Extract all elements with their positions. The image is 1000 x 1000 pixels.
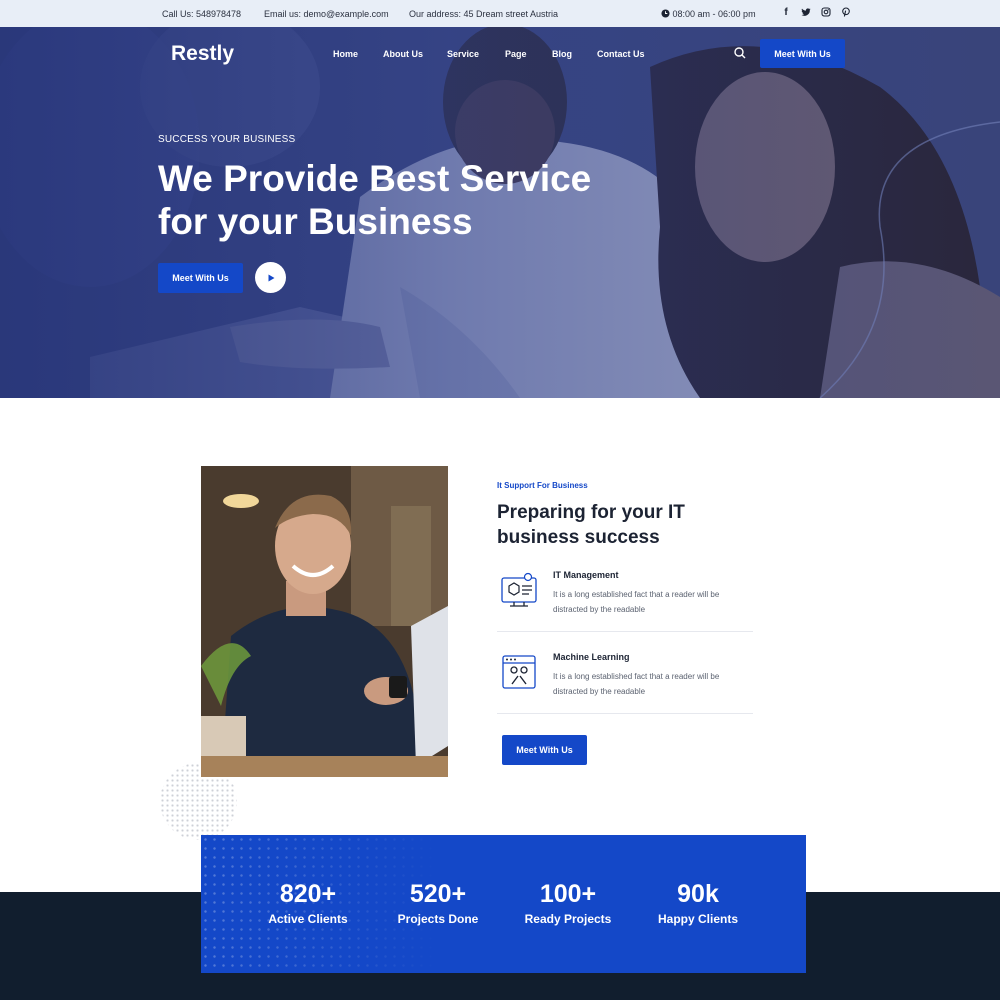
header-meet-button[interactable]: Meet With Us <box>760 39 845 68</box>
hero-eyebrow: SUCCESS YOUR BUSINESS <box>158 134 296 145</box>
divider <box>497 631 753 632</box>
stat-value: 90k <box>677 880 719 908</box>
twitter-icon[interactable] <box>801 7 811 21</box>
social-links: f <box>781 7 851 21</box>
stat-label: Happy Clients <box>657 912 738 926</box>
stats-panel: 820+ Active Clients 520+ Projects Done 1… <box>201 835 806 973</box>
divider <box>497 713 753 714</box>
hero-title-line-2: for your Business <box>158 201 473 242</box>
play-video-button[interactable] <box>255 262 286 293</box>
hero-meet-button[interactable]: Meet With Us <box>158 263 243 293</box>
nav-page[interactable]: Page <box>505 49 527 59</box>
about-photo <box>201 466 448 777</box>
play-icon <box>268 274 274 281</box>
stat-value: 520+ <box>409 880 467 908</box>
nav-blog[interactable]: Blog <box>552 49 572 59</box>
stat-label: Active Clients <box>268 912 348 926</box>
hero-section: Restly Home About Us Service Page Blog C… <box>0 27 1000 398</box>
address-text: Our address: 45 Dream street Austria <box>409 9 559 19</box>
feature-title: Machine Learning <box>553 652 630 662</box>
facebook-icon[interactable]: f <box>781 7 791 21</box>
stat-label: Ready Projects <box>524 912 612 926</box>
nav-about-us[interactable]: About Us <box>383 49 423 59</box>
smiling-man-image <box>201 466 448 777</box>
feature-desc: It is a long established fact that a rea… <box>553 590 720 614</box>
stat-value: 820+ <box>279 880 337 908</box>
feature-it-management: IT Management It is a long established f… <box>497 570 753 620</box>
stat-value: 100+ <box>539 880 597 908</box>
email-text: Email us: demo@example.com <box>264 9 389 19</box>
stat-item: 90k Happy Clients <box>633 879 763 926</box>
hours-text: 08:00 am - 06:00 pm <box>672 9 756 19</box>
search-icon[interactable] <box>733 46 747 60</box>
about-kicker: It Support For Business <box>497 481 588 490</box>
stat-item: 520+ Projects Done <box>373 879 503 926</box>
feature-machine-learning: Machine Learning It is a long establishe… <box>497 652 753 702</box>
feature-desc: It is a long established fact that a rea… <box>553 672 720 696</box>
site-logo[interactable]: Restly <box>171 42 234 66</box>
feature-title: IT Management <box>553 570 619 580</box>
phone-text: Call Us: 548978478 <box>162 9 242 19</box>
pinterest-icon[interactable] <box>841 7 851 21</box>
clock-icon <box>661 9 670 18</box>
machine-learning-icon <box>502 655 536 689</box>
nav-service[interactable]: Service <box>447 49 479 59</box>
instagram-icon[interactable] <box>821 7 831 21</box>
stat-label: Projects Done <box>397 912 479 926</box>
hours: 08:00 am - 06:00 pm <box>661 9 756 19</box>
stat-item: 820+ Active Clients <box>243 879 373 926</box>
hero-title: We Provide Best Service for your Busines… <box>158 157 638 243</box>
it-management-icon <box>501 572 537 607</box>
hero-title-line-1: We Provide Best Service <box>158 158 592 199</box>
top-info-bar: Call Us: 548978478 Email us: demo@exampl… <box>0 0 1000 27</box>
nav-contact-us[interactable]: Contact Us <box>597 49 645 59</box>
stat-item: 100+ Ready Projects <box>503 879 633 926</box>
about-meet-button[interactable]: Meet With Us <box>502 735 587 765</box>
nav-home-label: Home <box>333 49 359 59</box>
about-title: Preparing for your IT business success <box>497 502 685 548</box>
